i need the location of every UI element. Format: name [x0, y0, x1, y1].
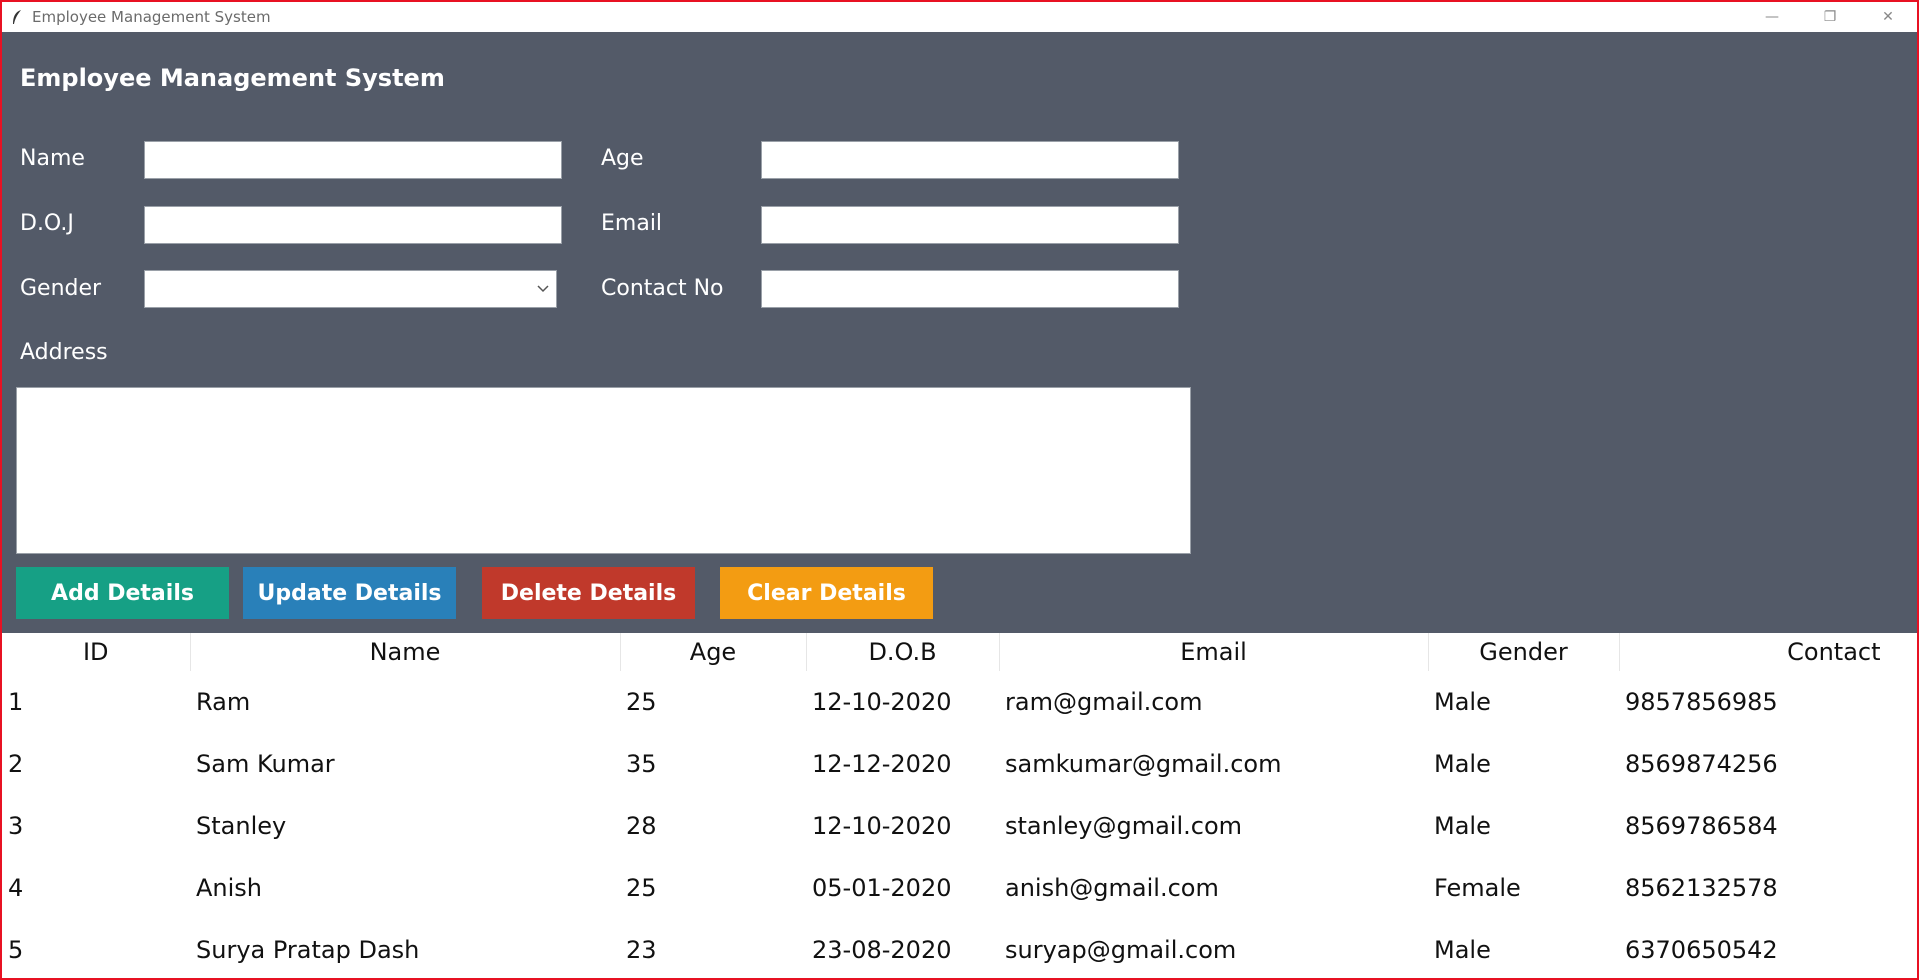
- cell-email: anish@gmail.com: [1005, 874, 1219, 902]
- window-controls: — ❐ ✕: [1743, 2, 1917, 32]
- contact-input[interactable]: [762, 271, 1178, 307]
- name-input[interactable]: [145, 142, 561, 178]
- column-header-id[interactable]: ID: [2, 633, 191, 671]
- clear-details-button[interactable]: Clear Details: [720, 567, 933, 619]
- app-window: Employee Management System — ❐ ✕ Employe…: [0, 0, 1919, 980]
- update-details-button[interactable]: Update Details: [243, 567, 456, 619]
- cell-id: 1: [8, 688, 24, 716]
- cell-gender: Male: [1434, 936, 1491, 964]
- minimize-button[interactable]: —: [1743, 2, 1801, 32]
- cell-age: 25: [626, 874, 657, 902]
- cell-dob: 12-10-2020: [812, 812, 952, 840]
- address-textarea[interactable]: [16, 387, 1191, 554]
- cell-gender: Male: [1434, 688, 1491, 716]
- column-header-name[interactable]: Name: [190, 633, 621, 671]
- add-details-label: Add Details: [51, 580, 194, 606]
- cell-contact: 8569874256: [1625, 750, 1778, 778]
- cell-id: 3: [8, 812, 24, 840]
- employee-table[interactable]: ID Name Age D.O.B Email Gender Contact 1…: [2, 633, 1917, 978]
- age-field[interactable]: [761, 141, 1179, 179]
- cell-dob: 05-01-2020: [812, 874, 952, 902]
- contact-label: Contact No: [601, 276, 724, 301]
- column-header-contact[interactable]: Contact: [1619, 633, 1917, 671]
- name-field[interactable]: [144, 141, 562, 179]
- cell-id: 4: [8, 874, 24, 902]
- cell-dob: 23-08-2020: [812, 936, 952, 964]
- cell-name: Surya Pratap Dash: [196, 936, 420, 964]
- cell-age: 35: [626, 750, 657, 778]
- cell-contact: 8569786584: [1625, 812, 1778, 840]
- email-label: Email: [601, 211, 663, 236]
- cell-gender: Female: [1434, 874, 1521, 902]
- delete-details-label: Delete Details: [500, 580, 677, 606]
- cell-email: ram@gmail.com: [1005, 688, 1203, 716]
- restore-icon: ❐: [1823, 9, 1837, 25]
- table-row[interactable]: 2 Sam Kumar 35 12-12-2020 samkumar@gmail…: [2, 733, 1917, 795]
- title-bar: Employee Management System — ❐ ✕: [2, 2, 1917, 32]
- restore-button[interactable]: ❐: [1801, 2, 1859, 32]
- form-heading: Employee Management System: [20, 64, 445, 92]
- cell-name: Stanley: [196, 812, 287, 840]
- doj-field[interactable]: [144, 206, 562, 244]
- close-icon: ✕: [1882, 9, 1894, 25]
- cell-gender: Male: [1434, 750, 1491, 778]
- cell-name: Sam Kumar: [196, 750, 335, 778]
- email-input[interactable]: [762, 207, 1178, 243]
- clear-details-label: Clear Details: [747, 580, 906, 606]
- window-title: Employee Management System: [32, 8, 271, 26]
- cell-age: 23: [626, 936, 657, 964]
- cell-email: stanley@gmail.com: [1005, 812, 1243, 840]
- column-header-email[interactable]: Email: [999, 633, 1429, 671]
- form-panel: Employee Management System Name Age D.O.…: [2, 32, 1917, 633]
- name-label: Name: [20, 146, 85, 171]
- cell-contact: 9857856985: [1625, 688, 1778, 716]
- cell-age: 28: [626, 812, 657, 840]
- cell-dob: 12-12-2020: [812, 750, 952, 778]
- employee-grid: ID Name Age D.O.B Email Gender Contact 1…: [2, 633, 1917, 978]
- update-details-label: Update Details: [257, 580, 442, 606]
- feather-icon: [10, 9, 24, 25]
- doj-label: D.O.J: [20, 211, 74, 236]
- gender-select[interactable]: [144, 270, 557, 308]
- cell-email: samkumar@gmail.com: [1005, 750, 1282, 778]
- column-header-age[interactable]: Age: [620, 633, 807, 671]
- cell-id: 5: [8, 936, 24, 964]
- cell-contact: 8562132578: [1625, 874, 1778, 902]
- table-row[interactable]: 5 Surya Pratap Dash 23 23-08-2020 suryap…: [2, 919, 1917, 978]
- add-details-button[interactable]: Add Details: [16, 567, 229, 619]
- cell-age: 25: [626, 688, 657, 716]
- address-label: Address: [20, 340, 108, 365]
- table-row[interactable]: 1 Ram 25 12-10-2020 ram@gmail.com Male 9…: [2, 671, 1917, 733]
- cell-name: Ram: [196, 688, 251, 716]
- delete-details-button[interactable]: Delete Details: [482, 567, 695, 619]
- minimize-icon: —: [1765, 9, 1779, 25]
- email-field[interactable]: [761, 206, 1179, 244]
- cell-dob: 12-10-2020: [812, 688, 952, 716]
- table-header-row: ID Name Age D.O.B Email Gender Contact: [2, 633, 1917, 671]
- table-row[interactable]: 3 Stanley 28 12-10-2020 stanley@gmail.co…: [2, 795, 1917, 857]
- chevron-down-icon[interactable]: [536, 280, 550, 298]
- column-header-gender[interactable]: Gender: [1428, 633, 1620, 671]
- cell-id: 2: [8, 750, 24, 778]
- age-input[interactable]: [762, 142, 1178, 178]
- age-label: Age: [601, 146, 644, 171]
- cell-gender: Male: [1434, 812, 1491, 840]
- table-row[interactable]: 4 Anish 25 05-01-2020 anish@gmail.com Fe…: [2, 857, 1917, 919]
- cell-email: suryap@gmail.com: [1005, 936, 1237, 964]
- column-header-dob[interactable]: D.O.B: [806, 633, 1000, 671]
- cell-name: Anish: [196, 874, 263, 902]
- gender-label: Gender: [20, 276, 102, 301]
- close-button[interactable]: ✕: [1859, 2, 1917, 32]
- doj-input[interactable]: [145, 207, 561, 243]
- cell-contact: 6370650542: [1625, 936, 1778, 964]
- contact-field[interactable]: [761, 270, 1179, 308]
